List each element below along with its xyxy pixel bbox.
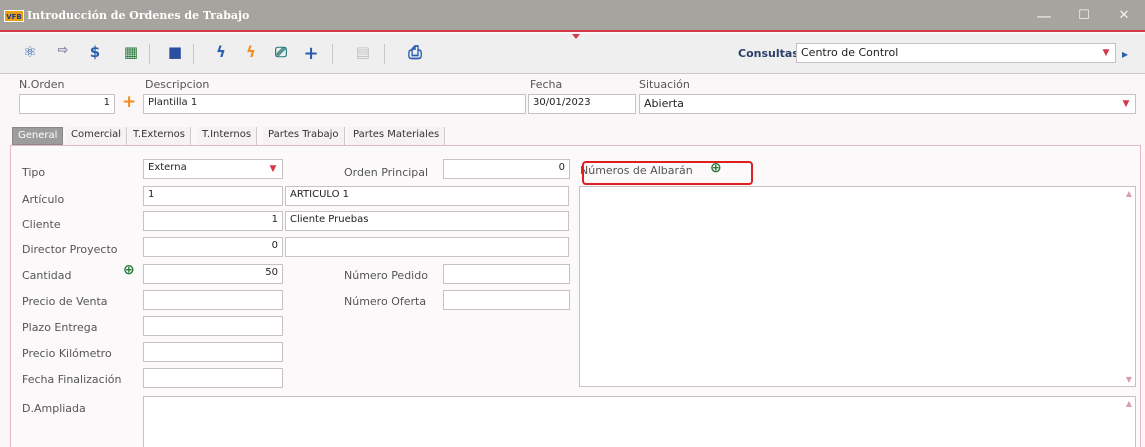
lightning-blue-icon[interactable]: ϟ bbox=[210, 43, 232, 65]
n-orden-label: N.Orden bbox=[19, 78, 65, 91]
numero-oferta-label: Número Oferta bbox=[344, 295, 427, 308]
copy-icon[interactable]: ■ bbox=[164, 43, 186, 65]
disabled-document-icon: ▤ bbox=[355, 43, 371, 61]
collapse-notch[interactable] bbox=[572, 34, 580, 39]
minimize-button[interactable]: — bbox=[1031, 6, 1057, 26]
window-title: Introducción de Ordenes de Trabajo bbox=[27, 9, 250, 22]
precio-kilometro-label: Precio Kilómetro bbox=[22, 347, 112, 360]
articulo-name-input[interactable]: ARTICULO 1 bbox=[285, 186, 569, 206]
descripcion-label: Descripcion bbox=[145, 78, 210, 91]
title-bar: VFB Introducción de Ordenes de Trabajo —… bbox=[0, 0, 1145, 32]
tipo-select[interactable]: Externa ▼ bbox=[143, 159, 283, 179]
scroll-down-icon[interactable]: ▼ bbox=[1126, 375, 1132, 384]
add-icon[interactable]: + bbox=[300, 43, 322, 65]
arrow-right-icon[interactable]: ▸ bbox=[1122, 47, 1128, 61]
tab-general[interactable]: General bbox=[12, 127, 64, 145]
descripcion-input[interactable]: Plantilla 1 bbox=[143, 94, 526, 114]
fecha-finalizacion-label: Fecha Finalización bbox=[22, 373, 122, 386]
cantidad-input[interactable]: 50 bbox=[143, 264, 283, 284]
situacion-label: Situación bbox=[639, 78, 690, 91]
orden-principal-input[interactable]: 0 bbox=[443, 159, 570, 179]
dataset-icon[interactable]: ▦ bbox=[120, 43, 142, 65]
cliente-code-input[interactable]: 1 bbox=[143, 211, 283, 231]
highlight-annotation bbox=[582, 161, 753, 185]
albaranes-textarea[interactable]: ▲ ▼ bbox=[579, 186, 1136, 387]
app-logo: VFB bbox=[4, 10, 24, 22]
add-order-icon[interactable]: + bbox=[122, 92, 136, 112]
precio-venta-input[interactable] bbox=[143, 290, 283, 310]
chevron-down-icon[interactable]: ▼ bbox=[1099, 46, 1113, 60]
d-ampliada-label: D.Ampliada bbox=[22, 402, 86, 415]
lightning-orange-icon[interactable]: ϟ bbox=[240, 43, 262, 65]
tab-t-externos[interactable]: T.Externos bbox=[128, 127, 192, 145]
scroll-up-icon[interactable]: ▲ bbox=[1126, 189, 1132, 198]
numero-oferta-input[interactable] bbox=[443, 290, 570, 310]
numero-pedido-label: Número Pedido bbox=[344, 269, 428, 282]
articulo-label: Artículo bbox=[22, 193, 65, 206]
zoom-in-icon[interactable]: ⊕ bbox=[123, 262, 135, 278]
director-proyecto-label: Director Proyecto bbox=[22, 243, 118, 256]
consultas-label: Consultas bbox=[738, 47, 799, 60]
precio-venta-label: Precio de Venta bbox=[22, 295, 108, 308]
document-search-icon[interactable]: ⎚ bbox=[270, 43, 292, 65]
tipo-value: Externa bbox=[148, 162, 187, 173]
dollar-icon[interactable]: $ bbox=[84, 43, 106, 65]
tab-partes-materiales[interactable]: Partes Materiales bbox=[348, 127, 446, 145]
toolbar-separator bbox=[384, 44, 385, 64]
cliente-name-input[interactable]: Cliente Pruebas bbox=[285, 211, 569, 231]
toolbar-separator bbox=[149, 44, 150, 64]
fecha-input[interactable]: 30/01/2023 bbox=[528, 94, 636, 114]
maximize-button[interactable]: ☐ bbox=[1071, 6, 1097, 26]
articulo-code-input[interactable]: 1 bbox=[143, 186, 283, 206]
director-code-input[interactable]: 0 bbox=[143, 237, 283, 257]
fecha-finalizacion-input[interactable] bbox=[143, 368, 283, 388]
numero-pedido-input[interactable] bbox=[443, 264, 570, 284]
orden-principal-label: Orden Principal bbox=[344, 166, 429, 179]
tab-comercial[interactable]: Comercial bbox=[66, 127, 128, 145]
plazo-entrega-label: Plazo Entrega bbox=[22, 321, 98, 334]
n-orden-input[interactable]: 1 bbox=[19, 94, 115, 114]
chevron-down-icon[interactable]: ▼ bbox=[266, 162, 280, 176]
export-icon[interactable]: ⇨ bbox=[52, 43, 74, 65]
d-ampliada-textarea[interactable]: ▲ bbox=[143, 396, 1136, 447]
cliente-label: Cliente bbox=[22, 218, 61, 231]
tab-partes-trabajo[interactable]: Partes Trabajo bbox=[263, 127, 345, 145]
chevron-down-icon[interactable]: ▼ bbox=[1119, 97, 1133, 111]
precio-kilometro-input[interactable] bbox=[143, 342, 283, 362]
toolbar-separator bbox=[332, 44, 333, 64]
consultas-select[interactable]: Centro de Control ▼ bbox=[796, 43, 1116, 63]
cantidad-label: Cantidad bbox=[22, 269, 72, 282]
toolbar-separator bbox=[193, 44, 194, 64]
print-icon[interactable]: ⎙ bbox=[404, 43, 426, 65]
scroll-up-icon[interactable]: ▲ bbox=[1126, 399, 1132, 408]
consultas-value: Centro de Control bbox=[801, 46, 899, 59]
tab-t-internos[interactable]: T.Internos bbox=[197, 127, 258, 145]
close-button[interactable]: ✕ bbox=[1111, 6, 1137, 26]
situacion-value: Abierta bbox=[644, 97, 684, 110]
tipo-label: Tipo bbox=[22, 166, 46, 179]
situacion-select[interactable]: Abierta ▼ bbox=[639, 94, 1136, 114]
plazo-entrega-input[interactable] bbox=[143, 316, 283, 336]
director-name-input[interactable] bbox=[285, 237, 569, 257]
fecha-label: Fecha bbox=[530, 78, 563, 91]
atom-icon[interactable]: ⚛ bbox=[19, 43, 41, 65]
